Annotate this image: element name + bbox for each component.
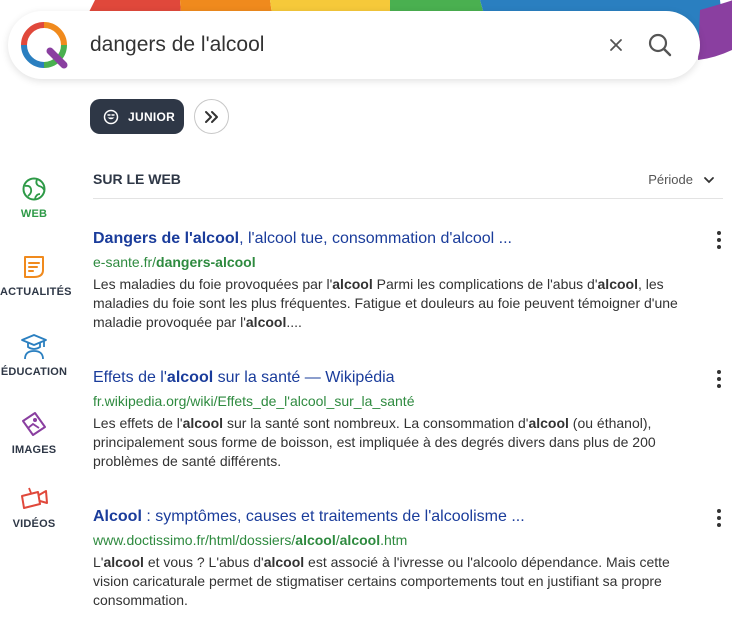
result-snippet: Les effets de l'alcool sur la santé sont… xyxy=(93,415,656,469)
result-url[interactable]: e-sante.fr/dangers-alcool xyxy=(93,253,723,271)
nav-label-education: ÉDUCATION xyxy=(0,366,68,378)
search-bar xyxy=(8,11,700,79)
result-menu-button[interactable] xyxy=(713,368,725,390)
more-filters-button[interactable] xyxy=(194,99,229,134)
search-result: Dangers de l'alcool, l'alcool tue, conso… xyxy=(93,229,723,332)
close-icon xyxy=(610,39,622,51)
nav-label-news: ACTUALITÉS xyxy=(0,286,72,298)
nav-item-education[interactable]: ÉDUCATION xyxy=(0,332,68,378)
result-title-link[interactable]: Alcool : symptômes, causes et traitement… xyxy=(93,507,723,527)
nav-label-web: WEB xyxy=(20,208,48,220)
section-header: SUR LE WEB Période xyxy=(93,170,723,199)
nav-label-images: IMAGES xyxy=(11,444,57,456)
nav-label-videos: VIDÉOS xyxy=(12,518,56,530)
kebab-menu-icon xyxy=(717,509,721,513)
period-label: Période xyxy=(648,172,693,187)
result-url[interactable]: www.doctissimo.fr/html/dossiers/alcool/a… xyxy=(93,531,723,549)
search-result: Alcool : symptômes, causes et traitement… xyxy=(93,507,723,610)
globe-icon xyxy=(22,177,46,201)
search-button[interactable] xyxy=(646,31,674,59)
image-icon xyxy=(22,412,46,436)
result-snippet: Les maladies du foie provoquées par l'al… xyxy=(93,276,678,330)
video-camera-icon xyxy=(21,487,48,509)
kebab-menu-icon xyxy=(717,370,721,374)
nav-item-videos[interactable]: VIDÉOS xyxy=(0,486,68,530)
result-title-link[interactable]: Dangers de l'alcool, l'alcool tue, conso… xyxy=(93,229,723,249)
result-url[interactable]: fr.wikipedia.org/wiki/Effets_de_l'alcool… xyxy=(93,392,723,410)
search-result: Effets de l'alcool sur la santé — Wikipé… xyxy=(93,368,723,471)
news-icon xyxy=(24,256,44,278)
result-snippet: L'alcool et vous ? L'abus d'alcool est a… xyxy=(93,554,670,608)
qwant-logo[interactable] xyxy=(20,21,68,69)
chevron-down-icon xyxy=(704,176,714,183)
nav-item-news[interactable]: ACTUALITÉS xyxy=(0,254,72,298)
section-title: SUR LE WEB xyxy=(93,171,181,187)
nav-item-images[interactable]: IMAGES xyxy=(0,410,68,456)
result-title-link[interactable]: Effets de l'alcool sur la santé — Wikipé… xyxy=(93,368,723,388)
double-chevron-right-icon xyxy=(204,110,218,123)
clear-search-button[interactable] xyxy=(606,35,626,55)
nav-item-web[interactable]: WEB xyxy=(0,176,68,220)
smiley-icon xyxy=(103,109,119,124)
kebab-menu-icon xyxy=(717,231,721,235)
graduate-icon xyxy=(21,334,47,360)
period-dropdown[interactable]: Période xyxy=(648,172,715,187)
search-icon xyxy=(648,33,672,57)
junior-label: JUNIOR xyxy=(128,109,176,124)
result-menu-button[interactable] xyxy=(713,507,725,529)
junior-filter-button[interactable]: JUNIOR xyxy=(90,99,184,134)
result-menu-button[interactable] xyxy=(713,229,725,251)
search-input[interactable] xyxy=(90,29,570,61)
